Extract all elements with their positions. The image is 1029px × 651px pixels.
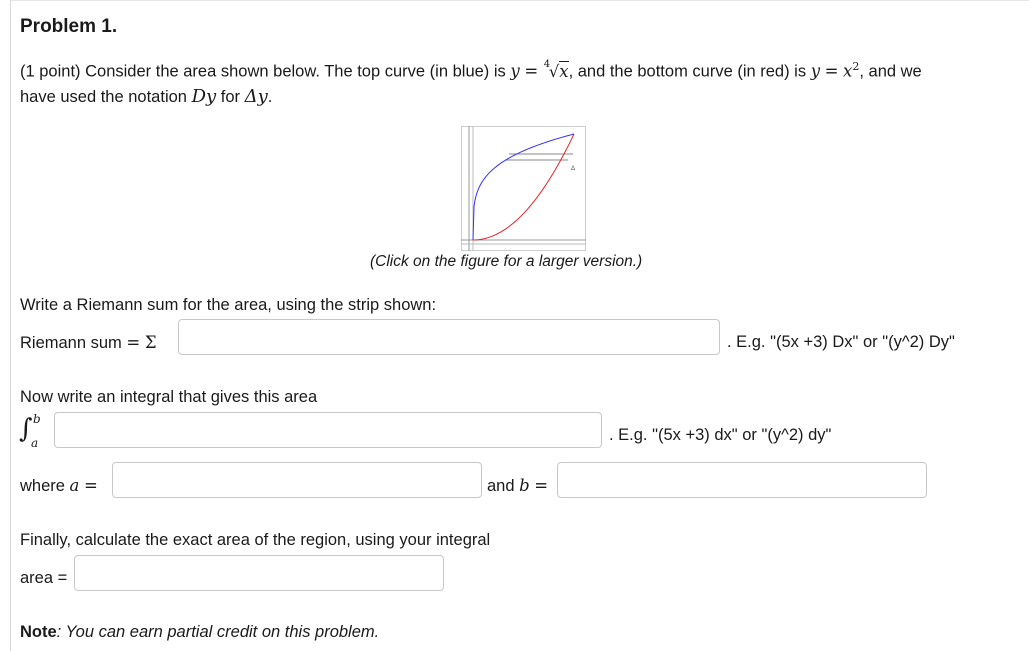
line2-prefix: have used the notation <box>20 88 187 106</box>
riemann-prompt: Write a Riemann sum for the area, using … <box>20 296 437 314</box>
area-prompt: Finally, calculate the exact area of the… <box>20 531 491 549</box>
problem-statement-line2: have used the notation Dy for Δy. <box>20 86 272 107</box>
integral-prompt: Now write an integral that gives this ar… <box>20 388 318 406</box>
and-b-label: and b = <box>487 476 548 496</box>
root-radicand: x <box>559 60 569 81</box>
integral-hint: . E.g. "(5x +3) dx" or "(y^2) dy" <box>609 426 832 444</box>
notation-dy: Dy <box>191 86 217 107</box>
equals-sign: = <box>524 61 539 81</box>
area-figure-graph: Δ <box>461 126 586 251</box>
b-variable: b <box>519 476 530 495</box>
b-input-wrap <box>557 462 927 498</box>
area-input[interactable] <box>75 556 443 590</box>
a-input-wrap <box>112 462 482 498</box>
note-label: Note <box>20 623 57 641</box>
equals-sign-2: = <box>824 61 839 81</box>
integral-input-wrap <box>54 412 602 448</box>
problem-statement-line1: (1 point) Consider the area shown below.… <box>20 58 922 82</box>
riemann-label: Riemann sum <box>20 334 122 352</box>
riemann-sum-input-wrap <box>178 319 720 355</box>
intro-prefix: (1 point) Consider the area shown below.… <box>20 62 506 81</box>
note: Note: You can earn partial credit on thi… <box>20 623 379 642</box>
notation-delta-y: Δy <box>244 86 268 107</box>
intro-middle: , and the bottom curve (in red) is <box>568 62 807 81</box>
upper-limit-b-input[interactable] <box>558 463 926 497</box>
riemann-label-group: Riemann sum = Σ <box>20 333 156 353</box>
a-variable: a <box>69 476 80 495</box>
riemann-sum-input[interactable] <box>179 320 719 354</box>
b-equals: = <box>534 476 549 495</box>
line2-for: for <box>220 88 241 106</box>
note-text: : You can earn partial credit on this pr… <box>56 623 380 641</box>
bottom-curve-var: x <box>843 61 853 81</box>
area-figure[interactable]: Δ <box>461 126 586 251</box>
where-text: where <box>20 477 65 495</box>
riemann-hint: . E.g. "(5x +3) Dx" or "(y^2) Dy" <box>727 333 955 351</box>
fourth-root-expression: 4 √x <box>543 58 569 81</box>
line2-end: . <box>267 88 273 106</box>
integral-upper-limit: b <box>33 412 41 426</box>
integral-input[interactable] <box>55 413 601 447</box>
integral-lower-limit: a <box>31 436 39 450</box>
figure-caption: (Click on the figure for a larger versio… <box>370 253 643 270</box>
lower-limit-a-input[interactable] <box>113 463 481 497</box>
problem-title: Problem 1. <box>20 16 118 37</box>
top-curve-lhs: y <box>510 61 520 81</box>
bottom-curve-lhs: y <box>810 61 821 81</box>
root-index: 4 <box>543 58 551 70</box>
integral-sign: ∫ b a <box>19 412 49 454</box>
intro-suffix: , and we <box>859 62 922 81</box>
riemann-equals: = <box>126 333 141 352</box>
a-equals: = <box>83 476 98 495</box>
where-a-label: where a = <box>20 476 98 496</box>
and-text: and <box>487 477 515 495</box>
sigma-symbol: Σ <box>144 333 157 352</box>
area-input-wrap <box>74 555 444 591</box>
area-label: area = <box>20 569 68 587</box>
